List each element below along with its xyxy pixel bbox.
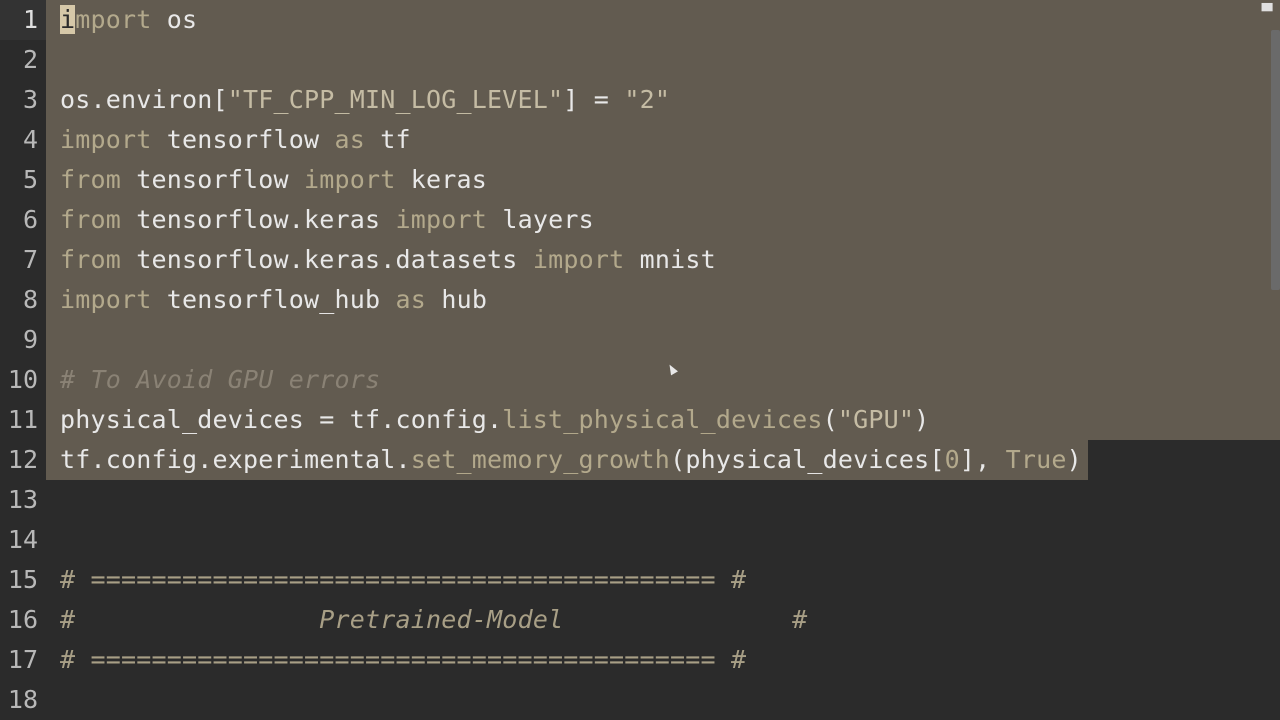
code-token-hdr: # — [792, 605, 808, 634]
code-token-kw: import — [395, 205, 488, 234]
code-line[interactable]: # To Avoid GPU errors — [60, 360, 380, 400]
code-token: tensorflow.keras — [121, 205, 396, 234]
line-number: 10 — [7, 365, 38, 394]
line-number: 6 — [22, 205, 38, 234]
code-line[interactable]: import tensorflow_hub as hub — [60, 280, 487, 320]
code-token: tensorflow — [121, 165, 305, 194]
code-token: tensorflow_hub — [151, 285, 396, 314]
line-number: 3 — [22, 85, 38, 114]
code-token-cm: # To Avoid GPU errors — [60, 365, 381, 394]
code-token-kw: import — [60, 125, 152, 154]
line-number: 11 — [7, 405, 38, 434]
code-line[interactable]: os.environ["TF_CPP_MIN_LOG_LEVEL"] = "2" — [60, 80, 670, 120]
code-token: mnist — [624, 245, 716, 274]
code-token: tensorflow — [151, 125, 335, 154]
vertical-scrollbar[interactable] — [1271, 30, 1280, 290]
line-number: 4 — [22, 125, 38, 154]
code-line[interactable]: from tensorflow.keras.datasets import mn… — [60, 240, 716, 280]
code-editor[interactable]: 1 2 3 4 5 6 7 8 9 10 11 12 13 14 15 16 17 18 import os os.… — [0, 0, 1280, 720]
code-token-str: "GPU" — [837, 405, 915, 434]
code-token-num: 0 — [944, 445, 960, 474]
line-number: 8 — [22, 285, 38, 314]
code-token: os — [151, 5, 198, 34]
code-token-kw: as — [395, 285, 427, 314]
code-token: os.environ[ — [60, 85, 228, 114]
code-token-kw: from — [60, 165, 122, 194]
text-cursor: i — [60, 5, 76, 34]
code-token-hdr-title: Pretrained-Model — [319, 605, 564, 634]
code-token: ], — [959, 445, 1006, 474]
code-token: ) — [1066, 445, 1082, 474]
line-number: 17 — [7, 645, 38, 674]
code-token: ( — [822, 405, 838, 434]
code-token-kw: from — [60, 205, 122, 234]
code-token: (physical_devices[ — [670, 445, 945, 474]
code-token: tf.config.experimental. — [60, 445, 411, 474]
line-number: 2 — [22, 45, 38, 74]
line-number: 14 — [7, 525, 38, 554]
code-token-hdr: # ======================================… — [60, 565, 747, 594]
code-line[interactable]: tf.config.experimental.set_memory_growth… — [60, 440, 1082, 480]
code-token-kw: mport — [75, 5, 152, 34]
code-line[interactable]: import os — [60, 0, 197, 40]
code-token-kw: from — [60, 245, 122, 274]
code-token-kw: import — [532, 245, 625, 274]
line-number: 9 — [22, 325, 38, 354]
code-token: tensorflow.keras.datasets — [121, 245, 533, 274]
line-number: 16 — [7, 605, 38, 634]
code-token-hdr: # — [60, 605, 76, 634]
code-token: physical_devices = tf.config. — [60, 405, 503, 434]
code-area[interactable]: import os os.environ["TF_CPP_MIN_LOG_LEVE… — [46, 0, 1280, 720]
code-token: layers — [487, 205, 594, 234]
code-line[interactable]: # ======================================… — [60, 560, 746, 600]
code-token-kw: as — [334, 125, 366, 154]
code-token: keras — [395, 165, 488, 194]
code-token-kw: set_memory_growth — [410, 445, 671, 474]
code-token: tf — [365, 125, 411, 154]
code-token-hdr: # ======================================… — [60, 645, 747, 674]
line-number: 5 — [22, 165, 38, 194]
code-token-kw: import — [60, 285, 152, 314]
code-token: hub — [426, 285, 488, 314]
code-line[interactable]: # ======================================… — [60, 640, 746, 680]
window-control-icon[interactable]: ▀ — [1260, 5, 1274, 19]
code-line[interactable]: # Pretrained-Model # — [60, 600, 807, 640]
code-token-kw: list_physical_devices — [502, 405, 823, 434]
line-number: 15 — [7, 565, 38, 594]
code-line[interactable]: from tensorflow import keras — [60, 160, 487, 200]
code-token-str: "2" — [624, 85, 671, 114]
code-token-kw: import — [304, 165, 396, 194]
line-number-gutter: 1 2 3 4 5 6 7 8 9 10 11 12 13 14 15 16 17 18 — [0, 0, 46, 720]
code-token: ) — [914, 405, 930, 434]
code-line[interactable]: import tensorflow as tf — [60, 120, 411, 160]
line-number: 18 — [7, 685, 38, 714]
line-number: 13 — [7, 485, 38, 514]
code-token: ] = — [563, 85, 625, 114]
code-token-kw: True — [1005, 445, 1067, 474]
code-token-str: "TF_CPP_MIN_LOG_LEVEL" — [227, 85, 564, 114]
line-number: 12 — [7, 445, 38, 474]
line-number: 1 — [0, 0, 46, 40]
code-line[interactable]: from tensorflow.keras import layers — [60, 200, 594, 240]
code-line[interactable]: physical_devices = tf.config.list_physic… — [60, 400, 929, 440]
line-number: 7 — [22, 245, 38, 274]
